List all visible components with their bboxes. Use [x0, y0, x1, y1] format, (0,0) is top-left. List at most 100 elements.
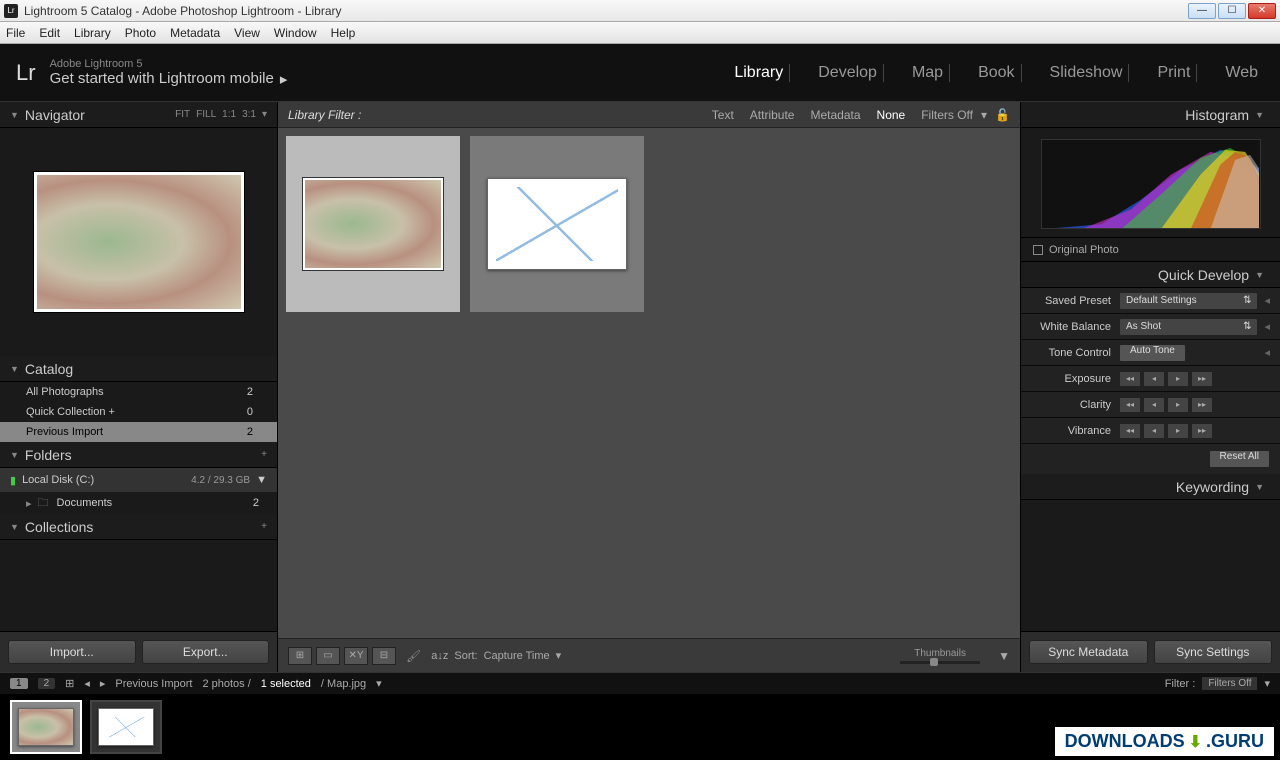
chevron-right-icon: ▸ — [280, 70, 288, 88]
module-slideshow[interactable]: Slideshow — [1044, 64, 1130, 82]
grid-view-button[interactable]: ⊞ — [288, 647, 312, 665]
filter-none[interactable]: None — [877, 108, 906, 122]
loupe-view-button[interactable]: ▭ — [316, 647, 340, 665]
lock-icon[interactable]: 🔓 — [995, 108, 1010, 122]
add-collection-button[interactable]: + — [261, 521, 267, 532]
menu-metadata[interactable]: Metadata — [170, 26, 220, 40]
sync-metadata-button[interactable]: Sync Metadata — [1029, 640, 1148, 664]
import-button[interactable]: Import... — [8, 640, 136, 664]
filter-attribute[interactable]: Attribute — [750, 108, 795, 122]
exposure-plus[interactable]: ▸ — [1167, 371, 1189, 387]
catalog-header[interactable]: ▼ Catalog — [0, 356, 277, 382]
thumbnail-size-slider[interactable]: Thumbnails — [900, 648, 980, 664]
exposure-minus[interactable]: ◂ — [1143, 371, 1165, 387]
page-2[interactable]: 2 — [38, 678, 56, 689]
clarity-minus[interactable]: ◂ — [1143, 397, 1165, 413]
module-library[interactable]: Library — [728, 64, 790, 82]
close-button[interactable]: ✕ — [1248, 3, 1276, 19]
vibrance-minus-big[interactable]: ◂◂ — [1119, 423, 1141, 439]
clarity-minus-big[interactable]: ◂◂ — [1119, 397, 1141, 413]
vibrance-minus[interactable]: ◂ — [1143, 423, 1165, 439]
collections-header[interactable]: ▼ Collections + — [0, 514, 277, 540]
nav-1to1[interactable]: 1:1 — [222, 109, 236, 120]
chevron-down-icon[interactable]: ▾ — [376, 677, 382, 690]
auto-tone-button[interactable]: Auto Tone — [1119, 344, 1186, 362]
grid-cell[interactable] — [470, 136, 644, 312]
minimize-button[interactable]: — — [1188, 3, 1216, 19]
module-map[interactable]: Map — [906, 64, 950, 82]
export-button[interactable]: Export... — [142, 640, 270, 664]
compare-view-button[interactable]: ✕Y — [344, 647, 368, 665]
histogram-header[interactable]: Histogram ▼ — [1021, 102, 1280, 128]
quick-develop-header[interactable]: Quick Develop ▼ — [1021, 262, 1280, 288]
toolbar-dropdown-icon[interactable]: ▼ — [998, 649, 1010, 663]
folder-documents[interactable]: ▸ 🗀 Documents 2 — [0, 492, 277, 514]
chevron-down-icon[interactable]: ▾ — [1264, 677, 1270, 690]
catalog-previous-import[interactable]: Previous Import2 — [0, 422, 277, 442]
nav-3to1[interactable]: 3:1 — [242, 109, 256, 120]
menu-view[interactable]: View — [234, 26, 260, 40]
module-develop[interactable]: Develop — [812, 64, 884, 82]
folders-title: Folders — [25, 447, 72, 463]
menu-window[interactable]: Window — [274, 26, 317, 40]
chevron-down-icon[interactable]: ▾ — [981, 108, 987, 122]
saved-preset-select[interactable]: Default Settings⇅ — [1119, 292, 1258, 310]
vibrance-plus-big[interactable]: ▸▸ — [1191, 423, 1213, 439]
original-photo-row[interactable]: Original Photo — [1021, 238, 1280, 262]
menu-edit[interactable]: Edit — [39, 26, 60, 40]
module-picker: Library Develop Map Book Slideshow Print… — [728, 64, 1264, 82]
white-balance-select[interactable]: As Shot⇅ — [1119, 318, 1258, 336]
back-arrow-icon[interactable]: ◂ — [84, 677, 90, 690]
sync-settings-button[interactable]: Sync Settings — [1154, 640, 1273, 664]
menu-photo[interactable]: Photo — [125, 26, 156, 40]
chevron-down-icon[interactable]: ▾ — [262, 109, 267, 120]
painter-icon[interactable]: 🖌 — [406, 649, 421, 663]
menu-library[interactable]: Library — [74, 26, 111, 40]
menu-file[interactable]: File — [6, 26, 25, 40]
survey-view-button[interactable]: ⊟ — [372, 647, 396, 665]
clarity-plus-big[interactable]: ▸▸ — [1191, 397, 1213, 413]
forward-arrow-icon[interactable]: ▸ — [100, 677, 106, 690]
module-book[interactable]: Book — [972, 64, 1021, 82]
grid-icon[interactable]: ⊞ — [65, 677, 74, 690]
sort-direction-icon[interactable]: a↓z — [431, 650, 448, 662]
triangle-left-icon[interactable]: ◂ — [1264, 320, 1270, 333]
filter-select[interactable]: Filters Off — [1201, 676, 1258, 691]
header-subtitle-big[interactable]: Get started with Lightroom mobile ▸ — [50, 70, 288, 88]
exposure-plus-big[interactable]: ▸▸ — [1191, 371, 1213, 387]
filmstrip-cell[interactable] — [90, 700, 162, 754]
grid-view[interactable] — [278, 128, 1020, 638]
filters-off-label[interactable]: Filters Off — [921, 108, 973, 122]
nav-fill[interactable]: FILL — [196, 109, 216, 120]
checkbox-icon[interactable] — [1033, 245, 1043, 255]
maximize-button[interactable]: ☐ — [1218, 3, 1246, 19]
triangle-left-icon[interactable]: ◂ — [1264, 346, 1270, 359]
navigator-preview[interactable] — [0, 128, 277, 356]
catalog-all-photographs[interactable]: All Photographs2 — [0, 382, 277, 402]
grid-cell[interactable] — [286, 136, 460, 312]
slider-handle[interactable] — [930, 658, 938, 666]
filter-text[interactable]: Text — [712, 108, 734, 122]
navigator-header[interactable]: ▼ Navigator FIT FILL 1:1 3:1 ▾ — [0, 102, 277, 128]
chevron-down-icon[interactable]: ▾ — [556, 649, 562, 662]
nav-fit[interactable]: FIT — [175, 109, 190, 120]
exposure-minus-big[interactable]: ◂◂ — [1119, 371, 1141, 387]
source-label[interactable]: Previous Import — [115, 678, 192, 690]
module-print[interactable]: Print — [1151, 64, 1197, 82]
catalog-quick-collection[interactable]: Quick Collection +0 — [0, 402, 277, 422]
vibrance-plus[interactable]: ▸ — [1167, 423, 1189, 439]
triangle-left-icon[interactable]: ◂ — [1264, 294, 1270, 307]
clarity-plus[interactable]: ▸ — [1167, 397, 1189, 413]
vibrance-row: Vibrance ◂◂ ◂ ▸ ▸▸ — [1021, 418, 1280, 444]
module-web[interactable]: Web — [1219, 64, 1264, 82]
menu-help[interactable]: Help — [331, 26, 356, 40]
reset-all-button[interactable]: Reset All — [1209, 450, 1270, 468]
folders-header[interactable]: ▼ Folders + — [0, 442, 277, 468]
folder-volume[interactable]: ▮ Local Disk (C:) 4.2 / 29.3 GB ▼ — [0, 468, 277, 492]
filmstrip-cell[interactable] — [10, 700, 82, 754]
sort-value[interactable]: Capture Time — [484, 650, 550, 662]
page-1[interactable]: 1 — [10, 678, 28, 689]
add-folder-button[interactable]: + — [261, 449, 267, 460]
filter-metadata[interactable]: Metadata — [810, 108, 860, 122]
keywording-header[interactable]: Keywording ▼ — [1021, 474, 1280, 500]
